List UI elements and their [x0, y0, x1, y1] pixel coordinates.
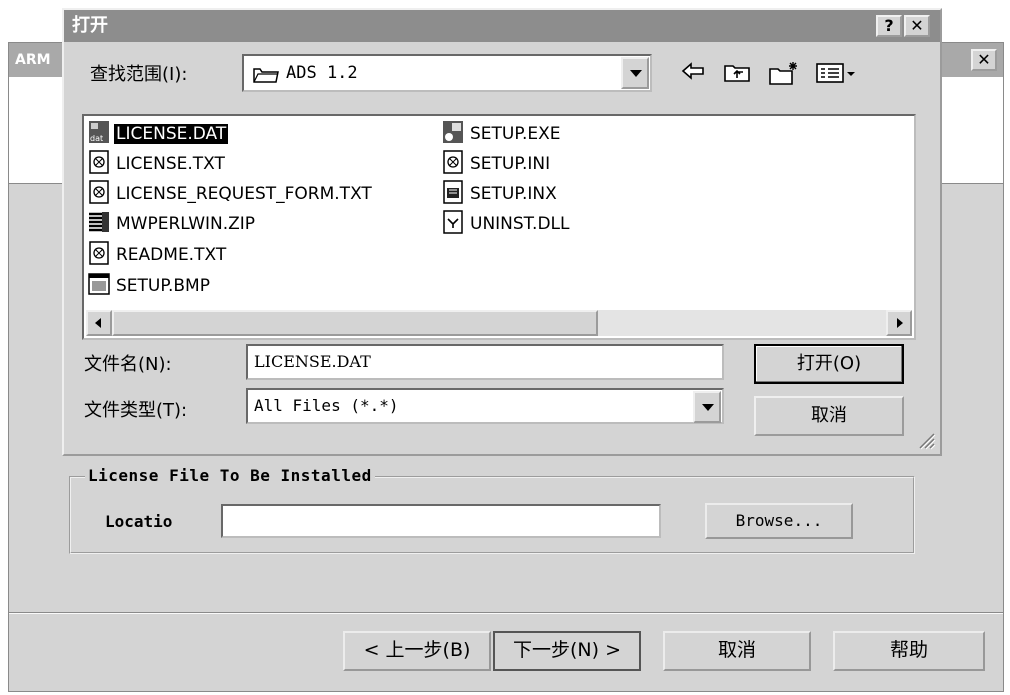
open-button[interactable]: 打开(O): [754, 344, 904, 384]
file-name: SETUP.INX: [470, 184, 557, 204]
look-in-dropdown[interactable]: ADS 1.2: [242, 54, 652, 92]
file-item-setup-ini[interactable]: SETUP.INI: [442, 150, 552, 177]
file-type-dropdown[interactable]: All Files (*.*): [246, 388, 724, 424]
wizard-close-button[interactable]: ✕: [971, 49, 997, 71]
file-name: LICENSE.TXT: [116, 154, 225, 174]
inx-file-icon: [443, 180, 463, 204]
scroll-right-icon[interactable]: [886, 310, 912, 336]
view-menu-icon[interactable]: [814, 60, 860, 90]
bitmap-file-icon: [88, 273, 110, 295]
location-input[interactable]: [221, 504, 661, 538]
folder-icon: [253, 68, 279, 83]
back-arrow-icon[interactable]: [678, 60, 708, 88]
up-folder-icon[interactable]: [720, 60, 754, 90]
dat-file-icon: dat: [89, 121, 109, 143]
look-in-value: ADS 1.2: [286, 63, 358, 83]
file-name: UNINST.DLL: [470, 214, 570, 234]
file-type-value: All Files (*.*): [254, 396, 399, 415]
file-item-license-dat[interactable]: dat LICENSE.DAT: [88, 121, 229, 147]
file-name: SETUP.EXE: [470, 124, 561, 144]
file-name: LICENSE.DAT: [114, 124, 229, 144]
wizard-separator: [9, 612, 1003, 614]
zip-file-icon: [89, 212, 109, 232]
file-item-setup-inx[interactable]: SETUP.INX: [442, 180, 559, 207]
back-button[interactable]: < 上一步(B): [343, 631, 491, 671]
cancel-button[interactable]: 取消: [754, 396, 904, 436]
text-file-icon: [89, 241, 109, 265]
setup-exe-icon: [443, 121, 463, 143]
file-type-label: 文件类型(T):: [84, 400, 188, 421]
dialog-close-button[interactable]: ✕: [904, 15, 930, 37]
file-name: MWPERLWIN.ZIP: [116, 214, 256, 234]
help-button[interactable]: 帮助: [833, 631, 985, 671]
wizard-title: ARM: [15, 52, 51, 68]
dialog-help-button[interactable]: ?: [876, 15, 902, 37]
open-dialog-title-bar: 打开: [64, 10, 940, 42]
file-item-uninst-dll[interactable]: UNINST.DLL: [442, 210, 572, 237]
horizontal-scrollbar[interactable]: [86, 310, 912, 336]
ini-file-icon: [443, 150, 463, 174]
file-name: SETUP.INI: [470, 154, 551, 174]
file-item-setup-exe[interactable]: SETUP.EXE: [442, 121, 563, 147]
open-file-dialog: 打开 ? ✕ 查找范围(I): ADS 1.2 dat LICENSE.DAT L…: [62, 8, 942, 456]
license-file-groupbox: License File To Be Installed Locatio Bro…: [69, 466, 915, 554]
chevron-down-icon[interactable]: [621, 57, 649, 89]
file-item-license-request-form[interactable]: LICENSE_REQUEST_FORM.TXT: [88, 180, 374, 207]
file-name-label: 文件名(N):: [84, 354, 172, 375]
file-name: LICENSE_REQUEST_FORM.TXT: [116, 184, 372, 204]
scrollbar-thumb[interactable]: [112, 310, 598, 336]
file-item-setup-bmp[interactable]: SETUP.BMP: [88, 273, 212, 299]
file-item-license-txt[interactable]: LICENSE.TXT: [88, 150, 227, 177]
scroll-left-icon[interactable]: [86, 310, 112, 336]
resize-grip-icon[interactable]: [916, 430, 936, 450]
file-name-input[interactable]: LICENSE.DAT: [246, 344, 724, 380]
file-name: SETUP.BMP: [116, 276, 210, 296]
text-file-icon: [89, 180, 109, 204]
text-file-icon: [89, 150, 109, 174]
location-label: Locatio: [105, 512, 173, 531]
next-button[interactable]: 下一步(N) >: [493, 631, 641, 671]
new-folder-icon[interactable]: [766, 60, 802, 92]
license-group-title: License File To Be Installed: [85, 466, 375, 485]
file-list[interactable]: dat LICENSE.DAT LICENSE.TXT LICENSE_REQUE…: [82, 114, 916, 340]
wizard-cancel-button[interactable]: 取消: [663, 631, 811, 671]
file-name: README.TXT: [116, 245, 227, 265]
browse-button[interactable]: Browse...: [705, 503, 853, 539]
look-in-label: 查找范围(I):: [90, 64, 188, 85]
chevron-down-icon[interactable]: [693, 391, 721, 423]
file-item-readme-txt[interactable]: README.TXT: [88, 241, 228, 268]
file-item-mwperlwin-zip[interactable]: MWPERLWIN.ZIP: [88, 211, 257, 237]
open-dialog-title: 打开: [72, 15, 108, 36]
svg-text:dat: dat: [90, 134, 103, 143]
dll-file-icon: [443, 210, 463, 234]
